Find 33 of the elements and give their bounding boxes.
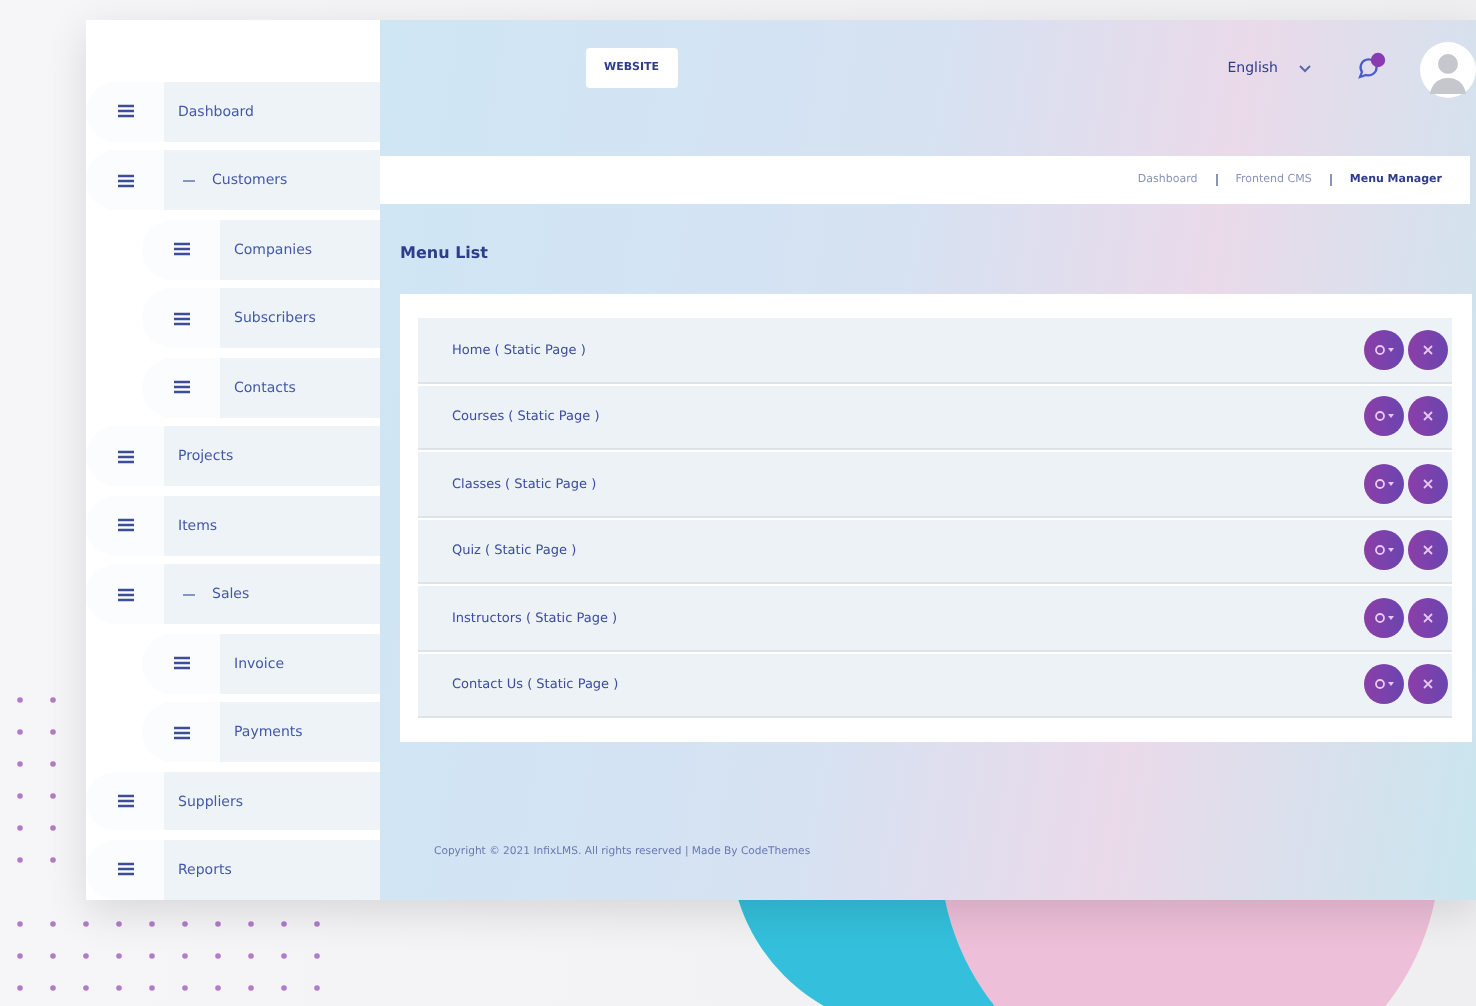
menu-icon[interactable] [86, 564, 164, 625]
close-icon [1422, 477, 1434, 490]
close-icon [1422, 544, 1434, 557]
delete-button[interactable] [1408, 597, 1448, 638]
menu-icon[interactable] [86, 771, 164, 831]
close-icon [1422, 611, 1434, 624]
chat-icon[interactable] [1356, 52, 1388, 80]
menu-icon[interactable] [86, 426, 164, 487]
settings-dropdown-button[interactable] [1364, 664, 1404, 705]
menu-icon[interactable] [142, 357, 220, 418]
delete-button[interactable] [1408, 530, 1448, 571]
close-icon [1422, 343, 1434, 356]
settings-dropdown-button[interactable] [1364, 530, 1404, 571]
close-icon [1422, 410, 1434, 423]
close-icon [1422, 678, 1434, 691]
chevron-down-icon [1298, 63, 1312, 73]
menu-icon[interactable] [86, 839, 164, 900]
delete-button[interactable] [1408, 463, 1448, 504]
page-title: Menu List [400, 244, 490, 262]
menu-icon[interactable] [86, 82, 164, 142]
menu-icon[interactable] [142, 633, 220, 694]
menu-icon[interactable] [86, 495, 164, 556]
delete-button[interactable] [1408, 396, 1448, 437]
settings-dropdown-button[interactable] [1364, 463, 1404, 504]
menu-icon[interactable] [86, 150, 164, 211]
menu-icon[interactable] [142, 219, 220, 280]
delete-button[interactable] [1408, 329, 1448, 370]
settings-dropdown-button[interactable] [1364, 329, 1404, 370]
menu-icon[interactable] [142, 288, 220, 349]
settings-dropdown-button[interactable] [1364, 396, 1404, 437]
menu-icon[interactable] [142, 702, 220, 763]
settings-dropdown-button[interactable] [1364, 597, 1404, 638]
delete-button[interactable] [1408, 664, 1448, 705]
